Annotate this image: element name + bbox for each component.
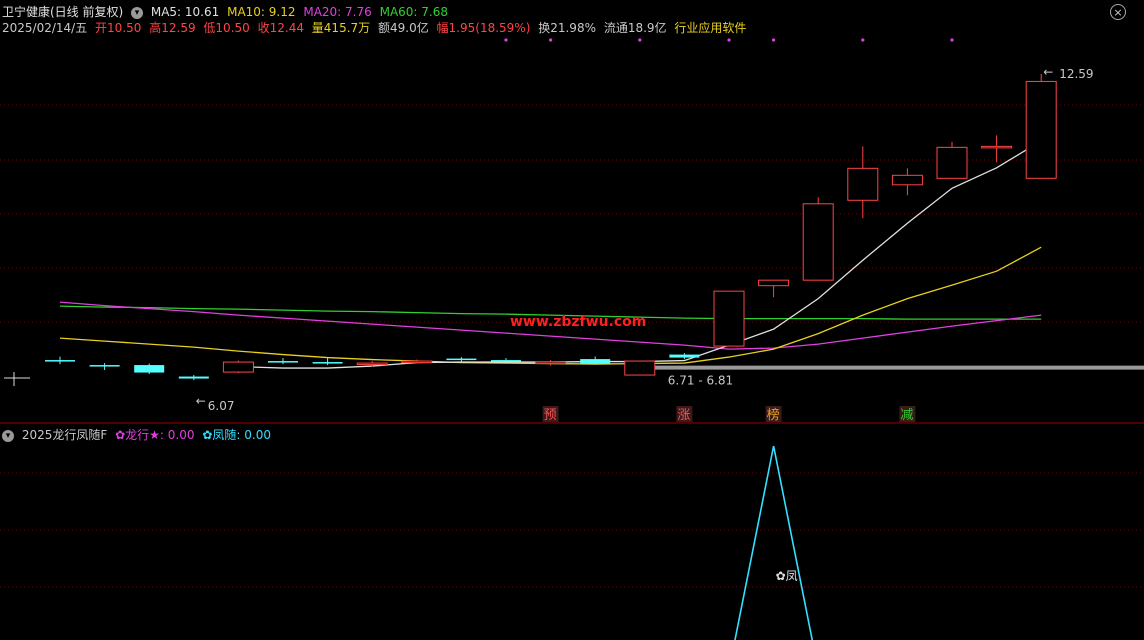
- indicator-line: [734, 445, 814, 640]
- turnover-label: 换21.98%: [538, 21, 596, 35]
- candle-body: [45, 360, 75, 362]
- signal-label: 减: [900, 408, 913, 423]
- high-arrow: ←: [1043, 65, 1053, 79]
- signal-dot: [861, 38, 865, 42]
- candle-body: [134, 365, 165, 373]
- candle-body: [446, 358, 477, 361]
- ma10-line: [59, 246, 1042, 365]
- low-arrow: ←: [196, 394, 206, 408]
- candle-body: [936, 146, 968, 179]
- indicator-name: 2025龙行凤随F: [21, 428, 108, 442]
- candle-body: [669, 354, 700, 358]
- low-price-label: 6.07: [208, 399, 235, 413]
- watermark: www.zbzfwu.com: [510, 314, 646, 330]
- candle-body: [802, 203, 834, 281]
- candle-body: [580, 359, 611, 364]
- dropdown-icon[interactable]: ▾: [131, 6, 144, 19]
- signal-dot: [772, 38, 776, 42]
- close-icon[interactable]: ×: [1110, 4, 1126, 20]
- float-label: 流通18.9亿: [603, 21, 667, 35]
- candle-body: [222, 361, 254, 373]
- low-label: 低10.50: [203, 21, 250, 35]
- candle-body: [535, 361, 567, 365]
- long-label: ✿龙行★: 0.00: [115, 428, 195, 442]
- high-price-label: 12.59: [1059, 67, 1093, 81]
- ma60-label: MA60: 7.68: [379, 5, 449, 19]
- kline-chart: ← 12.59← 6.076.71 - 6.81www.zbzfwu.com预涨榜减…: [0, 38, 1144, 640]
- volume-label: 量415.7万: [311, 21, 371, 35]
- candle-body: [312, 362, 343, 364]
- level-label: 6.71 - 6.81: [668, 374, 733, 388]
- candle-body: [1025, 80, 1057, 179]
- signal-label: 榜: [767, 407, 780, 423]
- dropdown-icon[interactable]: ▾: [2, 429, 14, 442]
- candle-body: [847, 167, 879, 201]
- candle-body: [268, 361, 298, 363]
- ma60-line: [59, 305, 1042, 320]
- signal-dot: [727, 38, 731, 42]
- candle-body: [981, 145, 1013, 149]
- candle-body: [178, 376, 209, 379]
- open-label: 开10.50: [95, 21, 142, 35]
- high-label: 高12.59: [149, 21, 196, 35]
- signal-dot: [950, 38, 954, 42]
- candle-body: [89, 365, 120, 367]
- signal-label: 涨: [677, 408, 690, 423]
- candle-body: [758, 279, 790, 287]
- signal-dot: [549, 38, 553, 42]
- candle-body: [713, 290, 745, 347]
- signal-box: [542, 406, 559, 422]
- ma10-label: MA10: 9.12: [227, 5, 296, 19]
- ma5-label: MA5: 10.61: [150, 5, 220, 19]
- date-label: 2025/02/14/五: [2, 21, 88, 35]
- feng-mark: ✿凤: [776, 569, 798, 583]
- feng-label: ✿凤随: 0.00: [202, 428, 271, 442]
- industry-label[interactable]: 行业应用软件: [674, 21, 746, 35]
- header-row-2: 2025/02/14/五 开10.50 高12.59 低10.50 收12.44…: [2, 19, 750, 36]
- header-row-1: 卫宁健康(日线 前复权) ▾ MA5: 10.61 MA10: 9.12 MA2…: [2, 3, 452, 20]
- candle-body: [491, 360, 521, 362]
- close-label: 收12.44: [257, 21, 304, 35]
- signal-box: [765, 406, 782, 422]
- signal-dot: [638, 38, 642, 42]
- signal-box: [676, 406, 693, 422]
- stock-name: 卫宁健康(日线 前复权): [2, 5, 124, 19]
- candle-body: [624, 360, 656, 376]
- indicator-header: ▾ 2025龙行凤随F ✿龙行★: 0.00 ✿凤随: 0.00: [2, 426, 275, 443]
- candle-body: [891, 174, 923, 186]
- signal-dot: [504, 38, 508, 42]
- candle-body: [401, 360, 433, 364]
- ma20-label: MA20: 7.76: [303, 5, 372, 19]
- signal-label: 预: [544, 408, 557, 423]
- ma20-line: [59, 301, 1042, 350]
- ma5-line: [238, 140, 1042, 369]
- amount-label: 额49.0亿: [377, 21, 429, 35]
- candle-body: [356, 362, 388, 366]
- signal-box: [899, 406, 916, 422]
- change-label: 幅1.95(18.59%): [436, 21, 531, 35]
